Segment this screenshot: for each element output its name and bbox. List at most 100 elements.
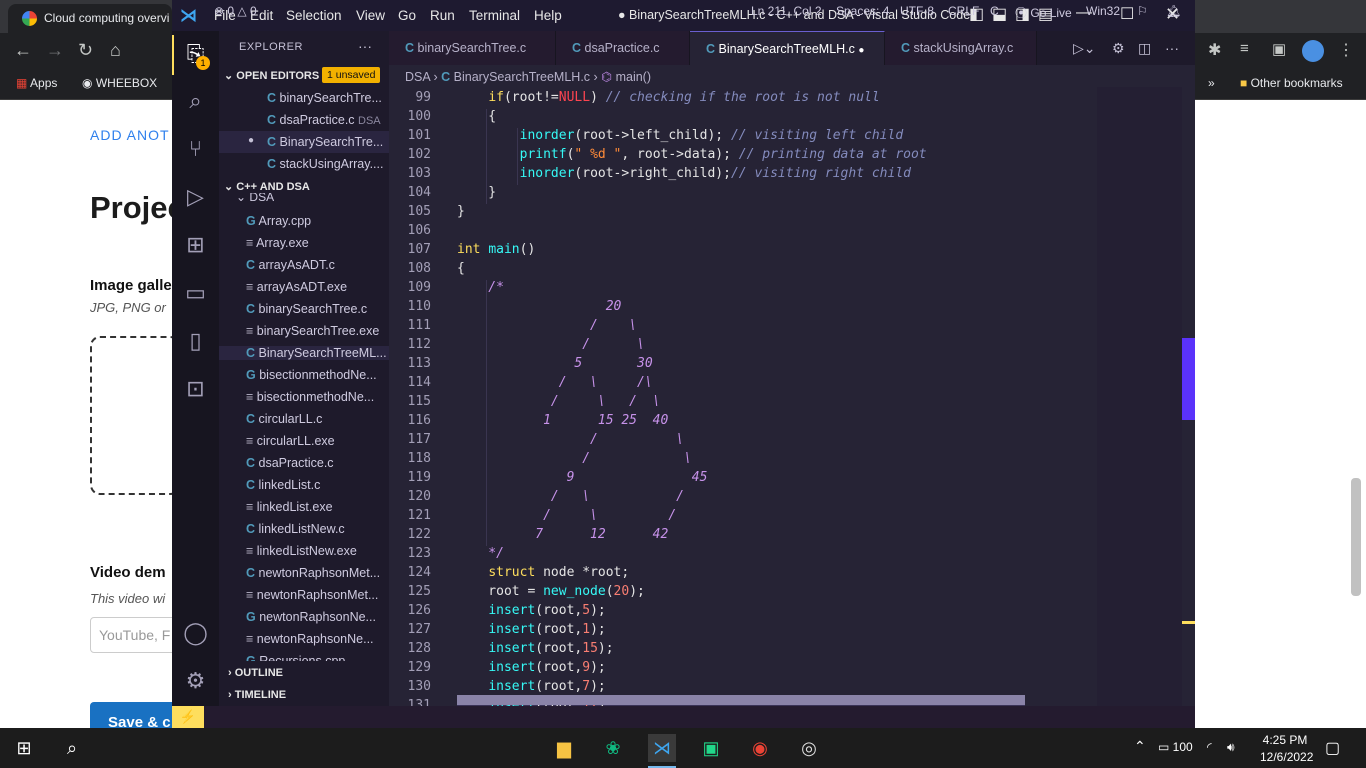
menu-terminal[interactable]: Terminal — [469, 8, 520, 23]
code-line[interactable]: 20 — [457, 299, 622, 314]
code-line[interactable]: insert(root,7); — [457, 679, 605, 694]
media-icon[interactable]: ≡ — [1240, 40, 1249, 57]
terminal-icon[interactable]: ⊡ — [182, 375, 209, 402]
code-line[interactable]: insert(root,1); — [457, 622, 605, 637]
editor-horizontal-scrollbar[interactable] — [457, 695, 1025, 705]
go-live[interactable]: ⦿ Go Live — [1015, 4, 1072, 21]
file-tree-item[interactable]: ≡ binarySearchTree.exe — [246, 324, 386, 338]
search-icon[interactable]: ⌕ — [58, 734, 86, 762]
timeline-header[interactable]: › TIMELINE — [228, 689, 286, 701]
forward-icon[interactable]: → — [46, 40, 64, 61]
sidepanel-icon[interactable]: ▣ — [1272, 40, 1286, 58]
bell-icon[interactable]: 🔔︎ — [1166, 4, 1181, 18]
encoding[interactable]: UTF-8 — [900, 4, 934, 18]
code-line[interactable]: { — [457, 109, 496, 124]
breadcrumb-file[interactable]: BinarySearchTreeMLH.c — [454, 70, 590, 84]
show-hidden-icons[interactable]: ⌃ — [1134, 738, 1146, 755]
problems-status[interactable]: ⊗ 0 △ 0 — [214, 4, 257, 18]
tab-stackusingarray[interactable]: C stackUsingArray.c — [885, 31, 1037, 65]
open-editor-item[interactable]: C binarySearchTre... — [267, 91, 387, 105]
file-tree-item[interactable]: G Array.cpp — [246, 214, 386, 228]
menu-icon[interactable]: ⋮ — [1338, 40, 1354, 60]
unsaved-dot-icon[interactable]: ● — [248, 135, 254, 146]
code-line[interactable]: insert(root,5); — [457, 603, 605, 618]
chrome-icon[interactable]: ◉ — [746, 734, 774, 762]
file-tree-item[interactable]: ≡ arrayAsADT.exe — [246, 280, 386, 294]
file-tree-item[interactable]: G Recursions.cpp — [246, 654, 386, 661]
code-line[interactable]: } — [457, 185, 496, 200]
code-line[interactable]: /* — [457, 280, 504, 295]
pycharm-icon[interactable]: ▣ — [697, 734, 725, 762]
wifi-icon[interactable]: ◜ — [1207, 740, 1212, 754]
platform[interactable]: Win32 — [1086, 4, 1120, 18]
code-line[interactable]: / \ / — [457, 489, 684, 504]
folder-dsa[interactable]: ⌄ DSA — [236, 193, 274, 202]
remote-icon[interactable]: ⚡ — [172, 706, 204, 728]
notes-icon[interactable]: ▯ — [182, 327, 209, 354]
language-mode[interactable]: C — [990, 4, 999, 18]
tab-binarysearchtreemlh[interactable]: C BinarySearchTreeMLH.c ● — [690, 31, 885, 65]
explorer-more-icon[interactable]: ··· — [358, 38, 372, 54]
page-scrollbar[interactable] — [1351, 478, 1361, 596]
menu-view[interactable]: View — [356, 8, 385, 23]
code-line[interactable]: inorder(root->right_child);// visiting r… — [457, 166, 911, 181]
chrome-tab[interactable]: Cloud computing overvi — [8, 4, 172, 33]
battery-icon[interactable]: ▭ 100 — [1158, 740, 1193, 754]
account-icon[interactable]: ◯ — [182, 619, 209, 646]
tab-dsapractice[interactable]: C dsaPractice.c — [556, 31, 690, 65]
source-control-icon[interactable]: ⑂ — [182, 135, 209, 162]
extensions-icon[interactable]: ⊞ — [182, 231, 209, 258]
code-line[interactable]: insert(root,15); — [457, 641, 613, 656]
code-line[interactable]: if(root!=NULL) // checking if the root i… — [457, 90, 879, 105]
code-line[interactable]: { — [457, 261, 465, 276]
bookmarks-overflow-icon[interactable]: » — [1208, 76, 1215, 90]
outline-header[interactable]: › OUTLINE — [228, 667, 283, 679]
code-line[interactable]: 1 15 25 40 — [457, 413, 668, 428]
maximize-icon[interactable]: ☐ — [1120, 4, 1134, 24]
file-tree-item[interactable]: ≡ Array.exe — [246, 236, 386, 250]
wheebox-bookmark[interactable]: ◉ WHEEBOX — [82, 76, 157, 90]
code-line[interactable]: / \ / \ — [457, 394, 661, 409]
open-editor-item[interactable]: C BinarySearchTre... — [267, 135, 387, 149]
breadcrumb-symbol[interactable]: main() — [616, 70, 651, 84]
file-tree-item[interactable]: ≡ circularLL.exe — [246, 434, 386, 448]
code-line[interactable]: / \ — [457, 451, 692, 466]
search-icon[interactable]: ⌕ — [182, 87, 209, 114]
notifications-icon[interactable]: ▢ — [1325, 738, 1340, 758]
indentation[interactable]: Spaces: 4 — [836, 4, 889, 18]
code-line[interactable]: int main() — [457, 242, 535, 257]
code-line[interactable]: struct node *root; — [457, 565, 629, 580]
vscode-taskbar-icon[interactable]: ⋊ — [648, 734, 676, 762]
code-line[interactable]: */ — [457, 546, 504, 561]
code-line[interactable]: / \ — [457, 432, 684, 447]
menu-go[interactable]: Go — [398, 8, 416, 23]
remote-explorer-icon[interactable]: ▭ — [182, 279, 209, 306]
volume-icon[interactable]: 🔊︎ — [1227, 740, 1235, 755]
clock[interactable]: 4:25 PM 12/6/2022 — [1260, 733, 1313, 764]
other-bookmarks[interactable]: ■ Other bookmarks — [1240, 76, 1343, 90]
file-tree-item[interactable]: C BinarySearchTreeML... — [219, 346, 389, 360]
code-line[interactable]: } — [457, 204, 465, 219]
unsaved-dot-icon[interactable]: ● — [858, 45, 864, 56]
video-url-input[interactable]: YouTube, F — [90, 617, 180, 653]
file-tree-item[interactable]: C circularLL.c — [246, 412, 386, 426]
code-line[interactable]: printf(" %d ", root->data); // printing … — [457, 147, 927, 162]
code-line[interactable]: / \ / — [457, 508, 676, 523]
open-editor-item[interactable]: C dsaPractice.c DSA — [267, 113, 387, 127]
obs-icon[interactable]: ◎ — [795, 734, 823, 762]
code-line[interactable]: / \ — [457, 318, 637, 333]
more-actions-icon[interactable]: ··· — [1165, 40, 1179, 56]
file-tree-item[interactable]: G newtonRaphsonNe... — [246, 610, 386, 624]
code-line[interactable]: 7 12 42 — [457, 527, 668, 542]
file-tree-item[interactable]: ≡ linkedListNew.exe — [246, 544, 386, 558]
file-tree-item[interactable]: ≡ newtonRaphsonNe... — [246, 632, 386, 646]
file-tree-item[interactable]: ≡ linkedList.exe — [246, 500, 386, 514]
back-icon[interactable]: ← — [14, 40, 32, 61]
scrollbar-slider[interactable] — [1182, 338, 1195, 420]
code-editor[interactable]: 99 if(root!=NULL) // checking if the roo… — [389, 87, 1084, 717]
split-editor-icon[interactable]: ◫ — [1138, 40, 1151, 57]
file-tree-item[interactable]: ≡ bisectionmethodNe... — [246, 390, 386, 404]
open-editor-item[interactable]: C stackUsingArray.... — [267, 157, 387, 171]
tab-binarysearchtree[interactable]: C binarySearchTree.c — [389, 31, 556, 65]
code-line[interactable]: root = new_node(20); — [457, 584, 645, 599]
